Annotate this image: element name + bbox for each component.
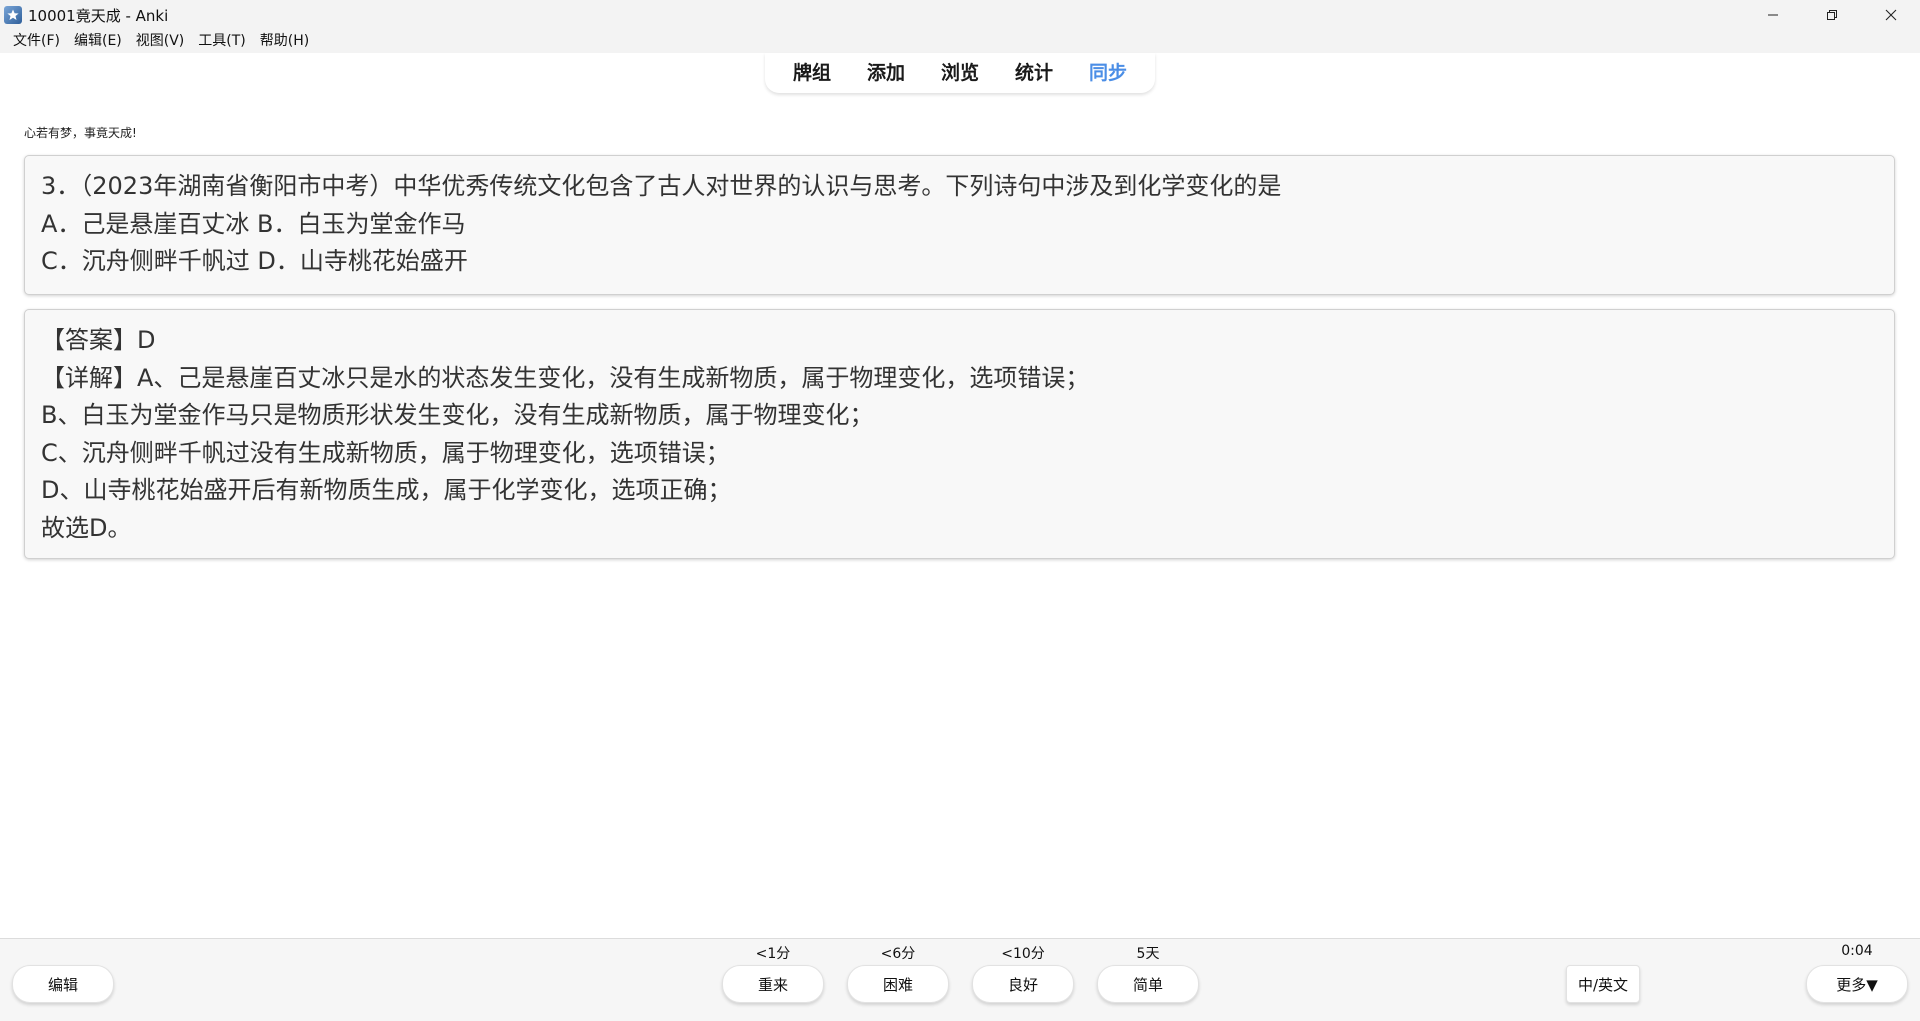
menu-view[interactable]: 视图(V) — [129, 30, 192, 53]
question-box: 3．（2023年湖南省衡阳市中考）中华优秀传统文化包含了古人对世界的认识与思考。… — [24, 155, 1895, 295]
language-toggle-button[interactable]: 中/英文 — [1566, 965, 1640, 1003]
edit-button[interactable]: 编辑 — [12, 965, 114, 1003]
toolbar-add[interactable]: 添加 — [849, 53, 923, 93]
review-timer: 0:04 — [1841, 943, 1873, 959]
close-icon — [1885, 9, 1896, 21]
answer-line: 故选D。 — [41, 513, 132, 542]
again-interval: <1分 — [755, 946, 791, 962]
menu-help[interactable]: 帮助(H) — [253, 30, 316, 53]
toolbar-decks[interactable]: 牌组 — [775, 53, 849, 93]
hard-interval: <6分 — [880, 946, 916, 962]
answer-box: 【答案】D 【详解】A、己是悬崖百丈冰只是水的状态发生变化，没有生成新物质，属于… — [24, 309, 1895, 559]
toolbar-stats[interactable]: 统计 — [997, 53, 1071, 93]
window-title: 10001竟天成 - Anki — [28, 6, 169, 25]
answer-line: D、山寺桃花始盛开后有新物质生成，属于化学变化，选项正确； — [41, 476, 732, 504]
menu-bar: 文件(F) 编辑(E) 视图(V) 工具(T) 帮助(H) — [0, 30, 1920, 53]
more-button[interactable]: 更多▼ — [1806, 965, 1908, 1003]
question-line: C．沉舟侧畔千帆过 D．山寺桃花始盛开 — [41, 247, 468, 275]
easy-interval: 5天 — [1136, 946, 1160, 962]
again-button[interactable]: 重来 — [722, 965, 824, 1003]
restore-icon — [1826, 10, 1837, 20]
menu-file[interactable]: 文件(F) — [6, 30, 67, 53]
restore-button[interactable] — [1802, 0, 1861, 30]
answer-line: 【详解】A、己是悬崖百丈冰只是水的状态发生变化，没有生成新物质，属于物理变化，选… — [41, 363, 1090, 392]
hard-button[interactable]: 困难 — [847, 965, 949, 1003]
minimize-icon — [1767, 14, 1778, 16]
question-line: A．己是悬崖百丈冰 B．白玉为堂金作马 — [41, 209, 466, 238]
window-controls — [1743, 0, 1920, 30]
toolbar-sync[interactable]: 同步 — [1071, 53, 1145, 93]
menu-tools[interactable]: 工具(T) — [191, 30, 252, 53]
answer-line: 【答案】D — [41, 326, 156, 354]
close-button[interactable] — [1861, 0, 1920, 30]
toolbar-browse[interactable]: 浏览 — [923, 53, 997, 93]
easy-button[interactable]: 简单 — [1097, 965, 1199, 1003]
answer-line: C、沉舟侧畔千帆过没有生成新物质，属于物理变化，选项错误； — [41, 438, 730, 467]
good-interval: <10分 — [1001, 946, 1045, 962]
menu-edit[interactable]: 编辑(E) — [67, 30, 129, 53]
review-bottom-bar: 编辑 <1分 重来 <6分 困难 <10分 良好 5天 简单 中/英文 0:04… — [0, 938, 1920, 1021]
answer-line: B、白玉为堂金作马只是物质形状发生变化，没有生成新物质，属于物理变化； — [41, 401, 874, 429]
good-button[interactable]: 良好 — [972, 965, 1074, 1003]
minimize-button[interactable] — [1743, 0, 1802, 30]
toolbar-pill: 牌组 添加 浏览 统计 同步 — [764, 53, 1156, 93]
question-line: 3．（2023年湖南省衡阳市中考）中华优秀传统文化包含了古人对世界的认识与思考。… — [41, 172, 1282, 200]
main-toolbar: 牌组 添加 浏览 统计 同步 — [0, 53, 1920, 97]
card-motto: 心若有梦，事竟天成! — [24, 126, 137, 140]
anki-app-icon — [4, 6, 22, 24]
title-bar: 10001竟天成 - Anki — [0, 0, 1920, 30]
